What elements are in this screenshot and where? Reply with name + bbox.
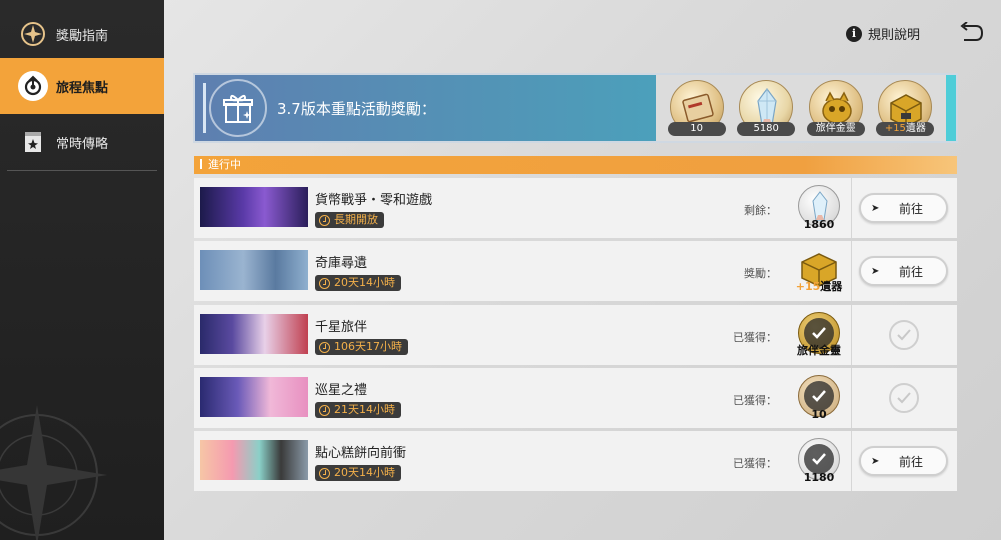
event-name: 千星旅伴 [315,320,368,335]
reward-crystal[interactable]: 5180 [737,78,796,138]
clock-icon [319,214,330,226]
reward-qty: 旅伴金靈 [797,344,841,357]
banner-edge [946,75,956,141]
event-name: 點心糕餅向前衝 [315,446,407,461]
go-arrow-icon: ➤ [871,202,880,214]
event-name: 奇庫尋遺 [315,256,368,271]
reward-qty: 1860 [803,218,835,231]
event-time-badge: 106天17小時 [315,339,408,355]
compass-icon [18,19,48,49]
clock-icon [319,341,330,353]
reward-qty: 10 [667,122,726,136]
in-progress-header: 進行中 [194,156,957,174]
event-thumbnail [200,314,308,354]
sidebar-item-journey-focus[interactable]: 旅程焦點 [0,58,164,114]
event-thumbnail [200,187,308,227]
event-thumbnail [200,377,308,417]
event-time-badge: 21天14小時 [315,402,401,418]
sidebar-item-permanent[interactable]: 常時傳略 [0,114,164,170]
event-thumbnail [200,440,308,480]
event-row-pastry-rush: 點心糕餅向前衝 20天14小時 已獲得： 1180 ➤ 前往 [194,431,957,491]
reward-label: 已獲得： [733,394,777,407]
gift-icon [209,79,267,137]
reward-label: 已獲得： [733,457,777,470]
row-divider [851,368,852,428]
reward-qty: +15遺器 [795,280,843,293]
go-button[interactable]: ➤ 前往 [859,256,948,286]
row-reward-ticket: 10 [798,375,840,421]
row-divider [851,431,852,491]
reward-qty: 1180 [803,471,835,484]
completed-check-icon [889,320,919,350]
row-divider [851,241,852,301]
row-reward-golden-companion: 旅伴金靈 [797,312,841,358]
event-time-badge: 20天14小時 [315,275,401,291]
sidebar-divider [7,170,157,171]
event-row-currency-wars: 貨幣戰爭・零和遊戲 長期開放 剩餘： 1860 ➤ 前往 [194,178,957,238]
row-reward-crystal: 1860 [798,185,840,231]
reward-qty: 5180 [737,122,796,136]
sidebar-item-label: 旅程焦點 [56,80,109,96]
go-button[interactable]: ➤ 前往 [859,446,948,476]
clock-icon [319,404,330,416]
banner-title: 3.7版本重點活動獎勵： [277,100,436,118]
info-icon: i [846,25,862,42]
row-divider [851,178,852,238]
go-arrow-icon: ➤ [871,265,880,277]
go-arrow-icon: ➤ [871,455,880,467]
row-reward-relic: +15遺器 [796,248,842,294]
bookmark-icon [18,127,48,157]
row-reward-crystal: 1180 [798,438,840,484]
reward-label: 獎勵： [744,267,777,280]
rules-button[interactable]: i 規則說明 [846,24,920,43]
compass-decoration-icon [0,405,107,540]
go-button[interactable]: ➤ 前往 [859,193,948,223]
banner-reward-list: 10 5180 旅伴金靈 +15遺器 [656,75,946,141]
back-arrow-icon[interactable] [958,22,984,44]
claimed-check-icon [804,381,834,411]
event-time-badge: 長期開放 [315,212,384,228]
reward-label: 剩餘： [744,204,777,217]
reward-label: 已獲得： [733,331,777,344]
sidebar-item-label: 常時傳略 [56,136,109,152]
event-row-treasure-hunt: 奇庫尋遺 20天14小時 獎勵： +15遺器 ➤ 前往 [194,241,957,301]
event-row-companion: 千星旅伴 106天17小時 已獲得： 旅伴金靈 [194,305,957,365]
event-name: 巡星之禮 [315,383,368,398]
sidebar-item-label: 獎勵指南 [56,28,109,44]
focus-icon [18,71,48,101]
event-thumbnail [200,250,308,290]
reward-qty: 10 [811,408,827,421]
event-name: 貨幣戰爭・零和遊戲 [315,193,433,208]
sidebar-item-reward-guide[interactable]: 獎勵指南 [0,6,164,62]
clock-icon [319,467,330,479]
row-divider [851,305,852,365]
banner-accent-bar [203,83,206,133]
event-time-badge: 20天14小時 [315,465,401,481]
reward-qty: +15遺器 [876,122,935,136]
event-row-star-gift: 巡星之禮 21天14小時 已獲得： 10 [194,368,957,428]
reward-relic-box[interactable]: +15遺器 [876,78,935,138]
claimed-check-icon [804,444,834,474]
clock-icon [319,277,330,289]
reward-qty: 旅伴金靈 [806,122,865,136]
reward-golden-companion[interactable]: 旅伴金靈 [806,78,865,138]
sidebar: 獎勵指南 旅程焦點 常時傳略 [0,0,164,540]
reward-ticket[interactable]: 10 [667,78,726,138]
completed-check-icon [889,383,919,413]
rules-label: 規則說明 [868,28,921,43]
version-rewards-banner: 3.7版本重點活動獎勵： 10 5180 旅伴金靈 +15遺器 [193,73,958,143]
